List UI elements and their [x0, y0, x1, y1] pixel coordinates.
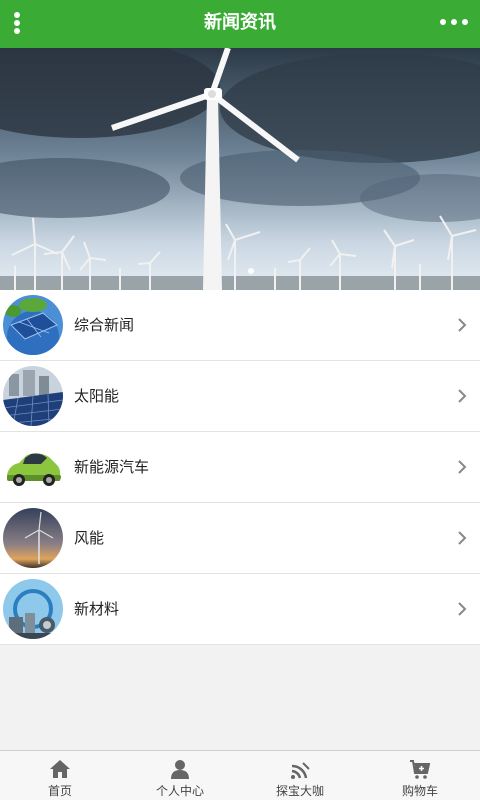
solar-earth-thumbnail: [3, 295, 63, 355]
more-dot-icon: [462, 19, 468, 25]
tab-discover[interactable]: 探宝大咖: [240, 751, 360, 800]
user-icon: [171, 760, 189, 779]
more-dot-icon: [440, 19, 446, 25]
tab-label: 购物车: [401, 784, 438, 798]
signal-icon: [291, 762, 310, 779]
tab-profile[interactable]: 个人中心: [120, 751, 240, 800]
banner-carousel[interactable]: [0, 48, 480, 290]
new-material-thumbnail: [3, 579, 63, 639]
list-item-new-material[interactable]: 新材料: [0, 574, 480, 645]
tab-label: 首页: [47, 784, 72, 798]
tab-home[interactable]: 首页: [0, 751, 120, 800]
chevron-right-icon: [458, 318, 467, 332]
list-item-label: 新材料: [74, 600, 120, 618]
wind-turbine-thumbnail: [3, 508, 63, 568]
bottom-tab-bar: 首页 个人中心 探宝大咖 购物车: [0, 750, 480, 800]
banner-image: [0, 48, 480, 290]
tab-label: 个人中心: [155, 784, 204, 798]
list-item-new-energy-vehicle[interactable]: 新能源汽车: [0, 432, 480, 503]
chevron-right-icon: [458, 460, 467, 474]
more-dot-icon: [451, 19, 457, 25]
home-icon: [50, 760, 70, 778]
category-list: 综合新闻 太阳能 新能源汽车 风能 新材料: [0, 290, 480, 645]
chevron-right-icon: [458, 389, 467, 403]
list-item-label: 太阳能: [74, 387, 120, 405]
tab-cart[interactable]: 购物车: [360, 751, 480, 800]
list-item-solar[interactable]: 太阳能: [0, 361, 480, 432]
tab-label: 探宝大咖: [275, 784, 324, 798]
app-header: 新闻资讯: [0, 0, 480, 48]
list-item-wind[interactable]: 风能: [0, 503, 480, 574]
cart-icon: [410, 760, 431, 779]
more-button[interactable]: [428, 0, 480, 48]
solar-panel-thumbnail: [3, 366, 63, 426]
list-item-comprehensive-news[interactable]: 综合新闻: [0, 290, 480, 361]
list-item-label: 风能: [74, 529, 105, 547]
list-item-label: 新能源汽车: [74, 458, 150, 476]
carousel-indicator[interactable]: [248, 268, 254, 274]
chevron-right-icon: [458, 531, 467, 545]
list-item-label: 综合新闻: [74, 316, 135, 334]
green-car-thumbnail: [3, 437, 63, 497]
page-title: 新闻资讯: [204, 12, 276, 33]
chevron-right-icon: [458, 602, 467, 616]
